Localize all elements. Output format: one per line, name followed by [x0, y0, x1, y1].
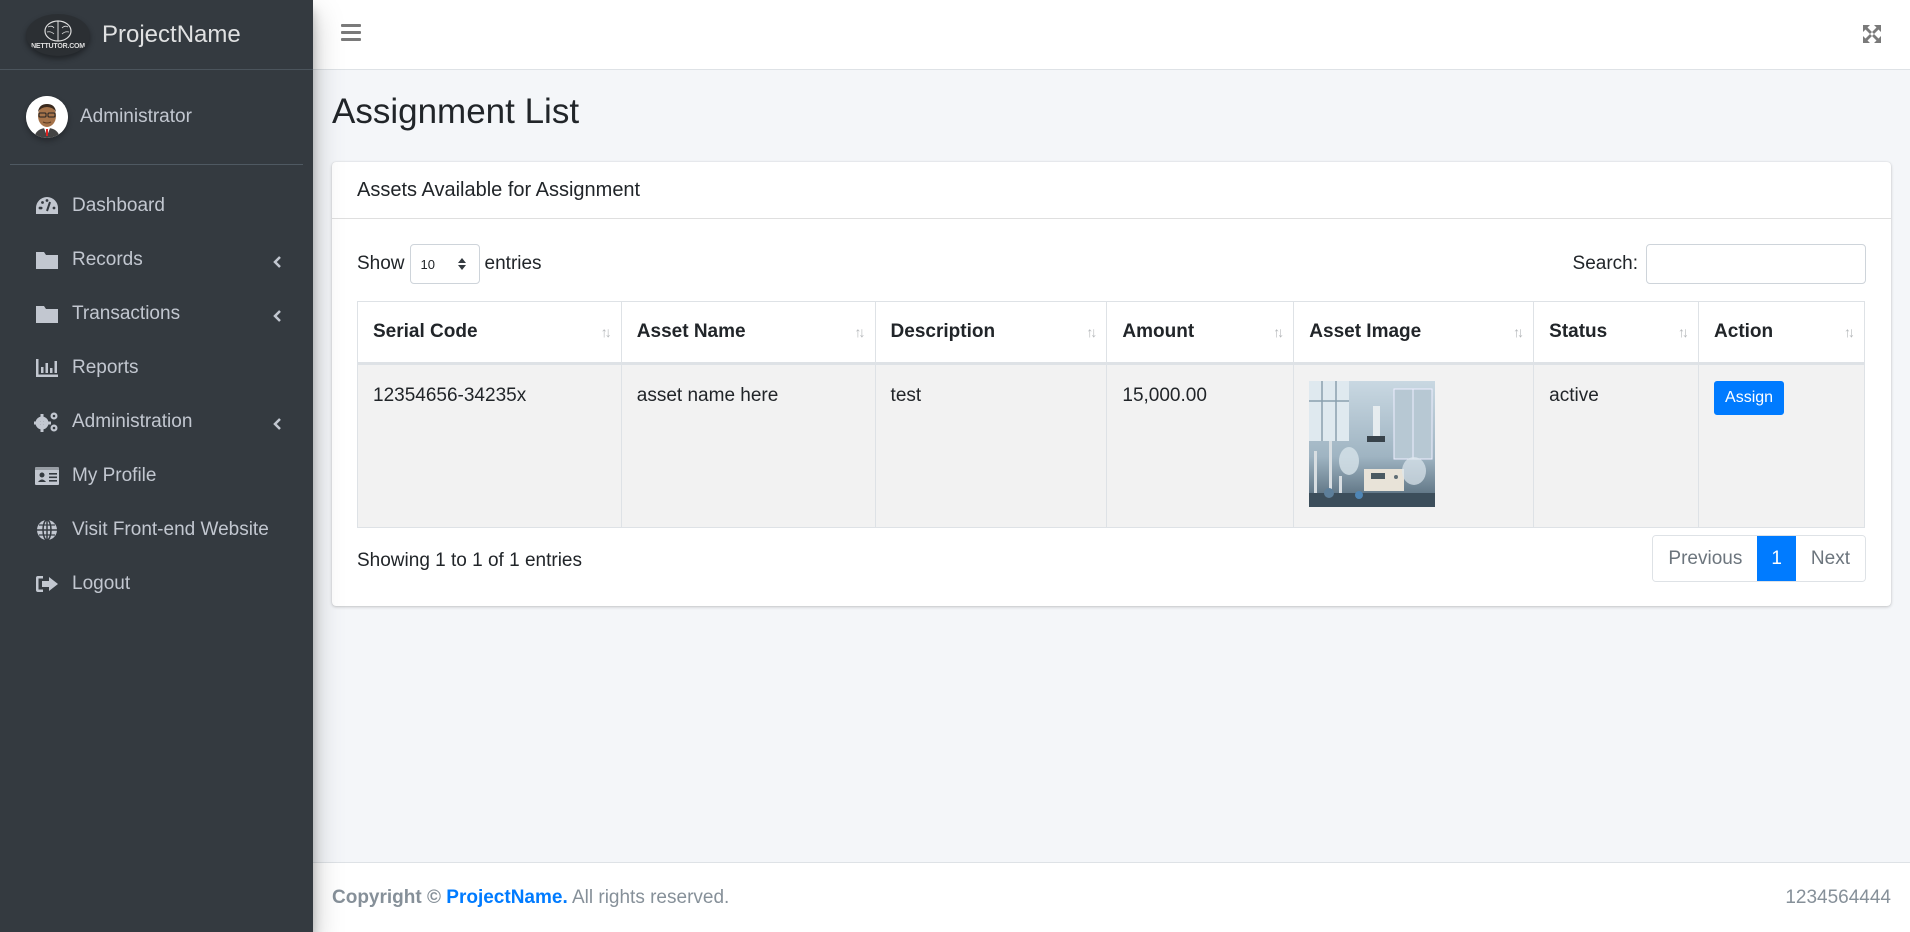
sidebar-item-administration[interactable]: Administration: [0, 395, 313, 449]
cogs-icon: [34, 411, 60, 433]
footer-right-text: 1234564444: [1785, 886, 1891, 908]
page-1-button[interactable]: 1: [1757, 536, 1796, 581]
column-header-asset-image[interactable]: Asset Image ↑↓: [1293, 301, 1535, 365]
card-header: Assets Available for Assignment: [332, 162, 1891, 219]
entries-length: Show 10 entries: [357, 244, 542, 284]
logo-text: NETTUTOR.COM: [31, 42, 85, 50]
chart-bar-icon: [34, 357, 60, 379]
sort-icon: ↑↓: [854, 324, 866, 340]
user-panel[interactable]: Administrator: [10, 70, 303, 165]
sidebar-nav: Dashboard Records Transactions Reports A…: [0, 179, 313, 611]
brand-name: ProjectName: [102, 20, 241, 48]
entries-select-value: 10: [420, 256, 435, 272]
sidebar-item-label: Transactions: [72, 303, 181, 324]
id-card-icon: [34, 465, 60, 487]
brain-logo-icon: NETTUTOR.COM: [26, 13, 90, 56]
cell-asset-image: [1293, 363, 1535, 528]
sidebar-item-my-profile[interactable]: My Profile: [0, 449, 313, 503]
sidebar-item-logout[interactable]: Logout: [0, 557, 313, 611]
rights-text: All rights reserved.: [571, 886, 730, 908]
entries-label: entries: [484, 253, 542, 274]
show-label: Show: [357, 253, 405, 274]
user-avatar-icon: [26, 96, 68, 138]
column-header-serial-code[interactable]: Serial Code ↑↓: [357, 301, 622, 365]
column-header-action[interactable]: Action ↑↓: [1698, 301, 1865, 365]
sidebar-item-label: Records: [72, 249, 143, 270]
column-header-status[interactable]: Status ↑↓: [1533, 301, 1700, 365]
cell-status: active: [1533, 363, 1700, 528]
cell-description: test: [874, 363, 1108, 528]
chevron-left-icon: [271, 253, 283, 268]
sort-icon: ↑↓: [1273, 324, 1284, 340]
footer: Copyright © ProjectName. All rights rese…: [313, 862, 1910, 932]
card-title: Assets Available for Assignment: [357, 178, 641, 201]
sidebar-item-visit-frontend[interactable]: Visit Front-end Website: [0, 503, 313, 557]
sort-icon: ↑↓: [1086, 324, 1097, 340]
sidebar-item-label: Visit Front-end Website: [72, 519, 269, 540]
select-arrows-icon: [457, 258, 466, 270]
assets-table: Serial Code ↑↓ Asset Name ↑↓ Description ↑↓…: [357, 301, 1865, 528]
folder-icon: [34, 249, 60, 271]
copyright: Copyright © ProjectName. All rights rese…: [332, 887, 729, 909]
sort-icon: ↑↓: [600, 324, 612, 340]
chevron-left-icon: [271, 307, 283, 322]
sidebar-item-reports[interactable]: Reports: [0, 341, 313, 395]
page-title: Assignment List: [332, 92, 580, 131]
next-page-button[interactable]: Next: [1795, 536, 1865, 581]
sidebar-item-label: My Profile: [72, 465, 157, 486]
cell-amount: 15,000.00: [1106, 363, 1295, 528]
search-input[interactable]: [1646, 244, 1866, 284]
column-label: Action: [1714, 321, 1774, 342]
sidebar-item-records[interactable]: Records: [0, 233, 313, 287]
sort-icon: ↑↓: [1844, 324, 1855, 340]
top-navbar: [313, 0, 1910, 70]
sidebar-item-label: Logout: [72, 573, 131, 594]
entries-select[interactable]: 10: [409, 244, 480, 284]
column-header-description[interactable]: Description ↑↓: [874, 301, 1108, 365]
asset-image[interactable]: [1309, 381, 1436, 507]
table-header-row: Serial Code ↑↓ Asset Name ↑↓ Description ↑↓…: [357, 301, 1865, 365]
table-row: 12354656-34235x asset name here test 15,…: [357, 363, 1865, 528]
column-label: Status: [1549, 321, 1608, 342]
sidebar-item-transactions[interactable]: Transactions: [0, 287, 313, 341]
brand-link[interactable]: NETTUTOR.COM ProjectName: [0, 0, 313, 70]
tachometer-icon: [34, 195, 60, 217]
expand-arrows-icon[interactable]: [1862, 24, 1882, 44]
assign-button[interactable]: Assign: [1714, 381, 1785, 415]
cell-action: Assign: [1698, 363, 1865, 528]
column-label: Asset Image: [1309, 321, 1422, 342]
column-label: Amount: [1122, 321, 1195, 342]
cell-serial-code: 12354656-34235x: [357, 363, 622, 528]
table-controls: Show 10 entries Search:: [357, 244, 1866, 284]
search-filter: Search:: [1573, 244, 1866, 284]
globe-icon: [34, 519, 60, 541]
previous-page-button[interactable]: Previous: [1653, 536, 1758, 581]
column-label: Serial Code: [373, 321, 478, 342]
sidebar-item-label: Administration: [72, 411, 193, 432]
bars-icon[interactable]: [341, 24, 361, 44]
sidebar-item-label: Dashboard: [72, 195, 165, 216]
column-label: Asset Name: [636, 321, 746, 342]
column-header-amount[interactable]: Amount ↑↓: [1106, 301, 1295, 365]
sort-icon: ↑↓: [1513, 324, 1524, 340]
copyright-label: Copyright ©: [332, 886, 441, 908]
user-name: Administrator: [80, 106, 192, 127]
folder-icon: [34, 303, 60, 325]
sign-out-icon: [34, 573, 60, 595]
content-wrapper: Assignment List Assets Available for Ass…: [313, 70, 1910, 862]
assets-card: Assets Available for Assignment Show 10 …: [332, 162, 1891, 606]
footer-brand-link[interactable]: ProjectName.: [446, 887, 567, 908]
chevron-left-icon: [271, 415, 283, 430]
sidebar-item-dashboard[interactable]: Dashboard: [0, 179, 313, 233]
column-header-asset-name[interactable]: Asset Name ↑↓: [620, 301, 876, 365]
sort-icon: ↑↓: [1678, 324, 1689, 340]
sidebar-item-label: Reports: [72, 357, 139, 378]
column-label: Description: [890, 321, 996, 342]
pagination: Previous 1 Next: [1652, 535, 1866, 582]
table-info: Showing 1 to 1 of 1 entries: [357, 550, 582, 571]
sidebar: NETTUTOR.COM ProjectName Administrator D…: [0, 0, 313, 932]
search-label: Search:: [1572, 253, 1638, 274]
cell-asset-name: asset name here: [620, 363, 876, 528]
